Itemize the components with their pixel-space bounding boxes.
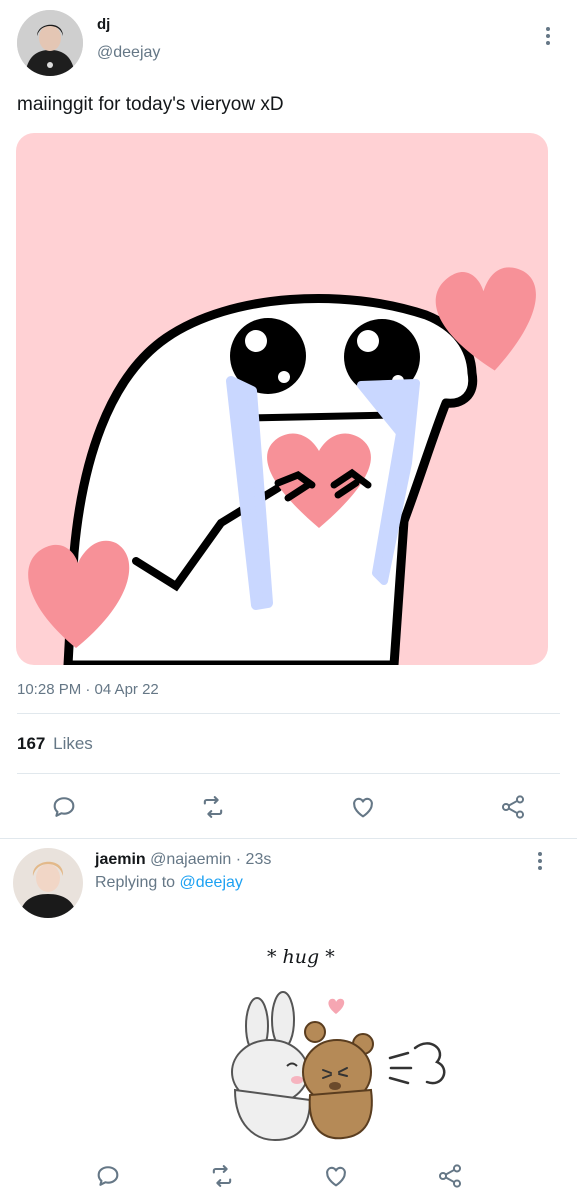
replying-to: Replying to @deejay [95, 874, 243, 892]
reply-icon [53, 797, 75, 817]
reply-time: · 23s [235, 851, 272, 868]
crying-blob-heart-image [28, 267, 536, 665]
divider [17, 713, 560, 714]
reply-share-button[interactable] [433, 1159, 467, 1193]
retweet-icon [203, 796, 223, 818]
reply-author-avatar[interactable] [13, 848, 83, 918]
tweet-image[interactable] [16, 133, 548, 665]
like-icon [353, 797, 373, 818]
replying-to-handle[interactable]: @deejay [180, 874, 243, 891]
reply-retweet-button[interactable] [205, 1159, 239, 1193]
author-name[interactable]: dj [97, 16, 110, 33]
likes-count: 167 [17, 734, 46, 753]
reply-like-button[interactable] [319, 1159, 353, 1193]
author-handle[interactable]: @deejay [97, 44, 160, 62]
reply-author-handle[interactable]: @najaemin [150, 851, 231, 868]
retweet-icon [212, 1165, 232, 1187]
thread-divider [0, 838, 577, 839]
share-button[interactable] [496, 790, 530, 824]
reply-icon [97, 1166, 119, 1186]
author-avatar[interactable] [17, 10, 83, 76]
retweet-button[interactable] [196, 790, 230, 824]
reply-button[interactable] [47, 790, 81, 824]
like-button[interactable] [346, 790, 380, 824]
divider [17, 773, 560, 774]
reply-more-options-icon[interactable] [537, 852, 543, 870]
replying-to-label: Replying to [95, 874, 176, 891]
more-options-icon[interactable] [545, 27, 551, 45]
reply-reply-button[interactable] [91, 1159, 125, 1193]
reply-header: jaemin @najaemin · 23s [95, 851, 271, 869]
bunny-bear-hug-image [231, 991, 446, 1142]
share-icon [438, 1164, 462, 1188]
tweet-text: maiinggit for today's vieryow xD [17, 94, 284, 115]
reply-author-name[interactable]: jaemin [95, 851, 146, 868]
hug-caption: * hug * [267, 946, 335, 968]
like-icon [326, 1166, 346, 1187]
likes-label: Likes [53, 734, 93, 753]
share-icon [501, 795, 525, 819]
tweet-timestamp[interactable]: 10:28 PM · 04 Apr 22 [17, 681, 159, 698]
likes-stat[interactable]: 167 Likes [17, 734, 93, 754]
reply-image[interactable]: * hug * [215, 940, 455, 1145]
